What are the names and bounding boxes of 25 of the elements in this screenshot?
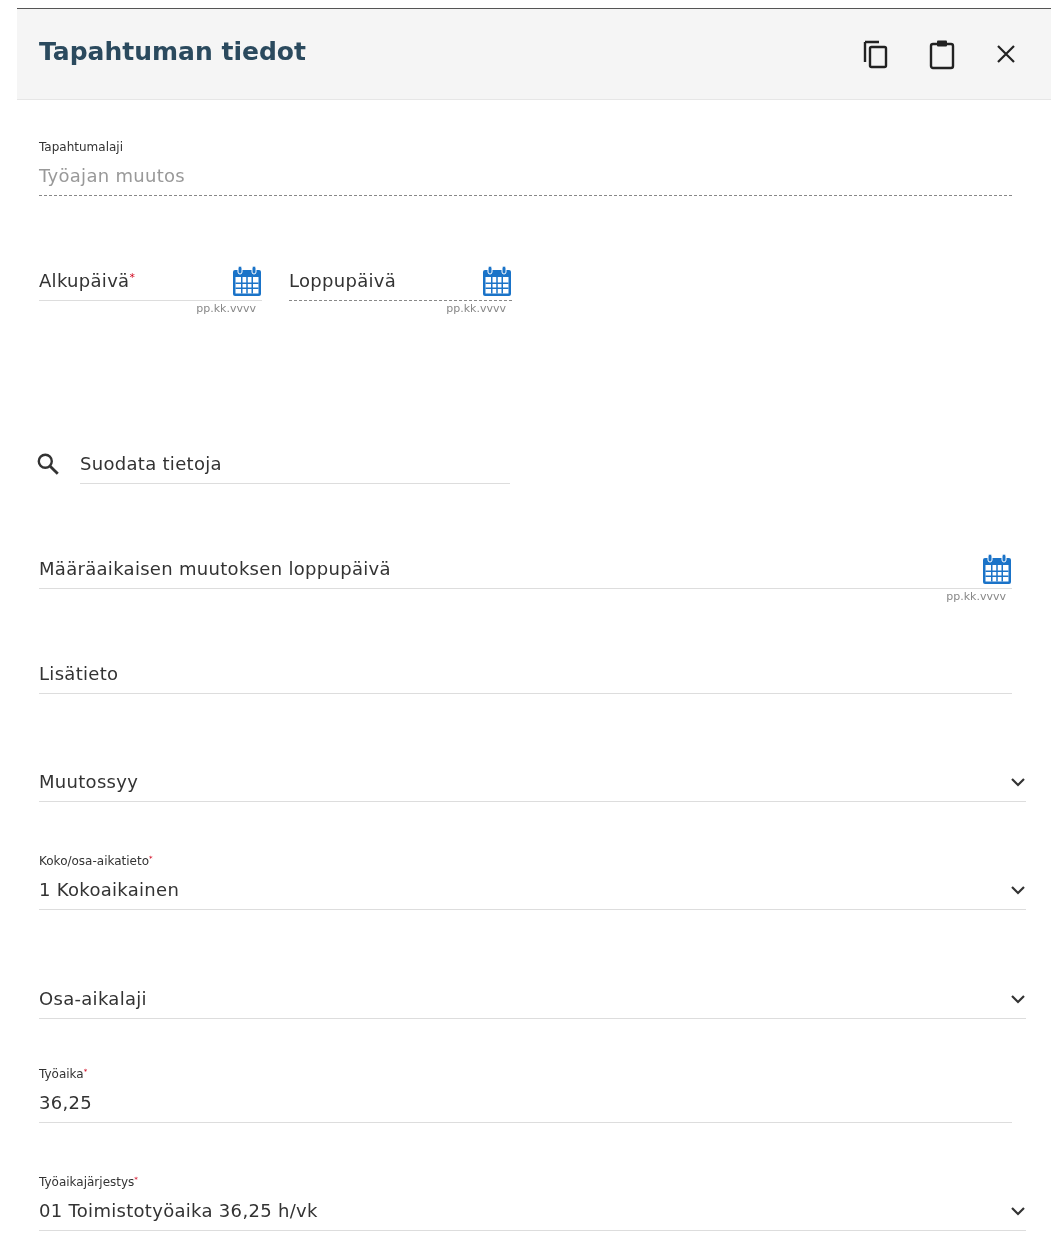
- field-label: Koko/osa-aikatieto$^{*}$: [39, 852, 154, 870]
- input-field[interactable]: 36,25: [39, 1083, 1012, 1123]
- readonly-field: Työajan muutos: [39, 156, 1012, 196]
- date-field[interactable]: Alkupäivä$^{*}$: [39, 261, 262, 301]
- field-label: Työaikajärjestys$^{*}$: [39, 1173, 139, 1191]
- chevron-down-icon: [1010, 776, 1026, 787]
- field-label: Työaika$^{*}$: [39, 1065, 89, 1083]
- select-field[interactable]: 1 Kokoaikainen: [39, 870, 1026, 910]
- chevron-down-icon: [1010, 993, 1026, 1004]
- calendar-icon[interactable]: [982, 552, 1012, 585]
- search-icon: [35, 451, 61, 477]
- field-label: Tapahtumalaji: [39, 139, 124, 156]
- chevron-down-icon: [1010, 884, 1026, 895]
- select-field[interactable]: 01 Toimistotyöaika 36,25 h/vk: [39, 1191, 1026, 1231]
- panel-title: Tapahtuman tiedot: [39, 36, 307, 66]
- date-format-hint: pp.kk.vvvv: [445, 301, 507, 317]
- search-field[interactable]: Suodata tietoja: [80, 444, 510, 484]
- select-field[interactable]: Osa-aikalaji: [39, 979, 1026, 1019]
- select-field[interactable]: Muutossyy: [39, 762, 1026, 802]
- date-format-hint: pp.kk.vvvv: [195, 301, 257, 317]
- chevron-down-icon: [1010, 1205, 1026, 1216]
- date-format-hint: pp.kk.vvvv: [945, 589, 1007, 605]
- date-field[interactable]: Määräaikaisen muutoksen loppupäivä: [39, 549, 1012, 589]
- input-field[interactable]: Lisätieto: [39, 654, 1012, 694]
- calendar-icon[interactable]: [232, 264, 262, 297]
